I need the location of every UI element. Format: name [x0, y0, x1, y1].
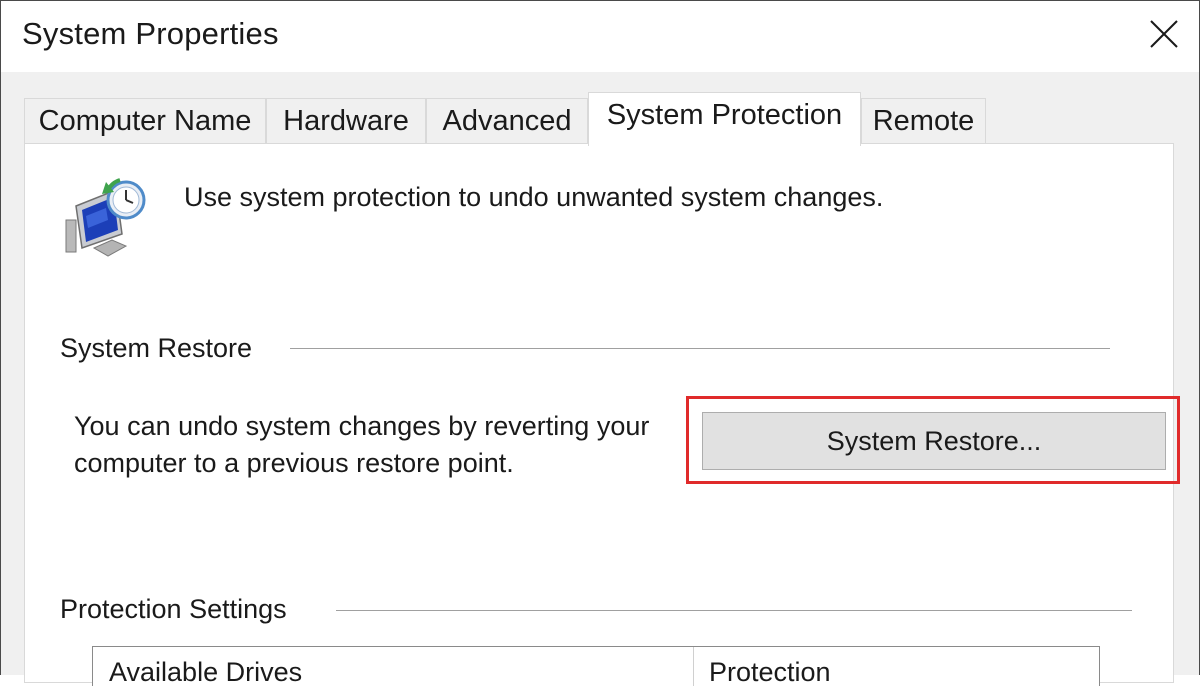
tab-label: Hardware — [283, 104, 409, 137]
tab-computer-name[interactable]: Computer Name — [24, 98, 266, 143]
tab-advanced[interactable]: Advanced — [426, 98, 588, 143]
column-header-available-drives[interactable]: Available Drives — [109, 657, 302, 686]
system-restore-description: You can undo system changes by reverting… — [74, 411, 650, 478]
tab-label: System Protection — [606, 99, 843, 131]
tab-hardware[interactable]: Hardware — [266, 98, 426, 143]
window-border — [0, 0, 1, 675]
tab-system-protection[interactable]: System Protection — [588, 92, 861, 146]
tab-label: Computer Name — [38, 104, 252, 137]
system-restore-button[interactable]: System Restore... — [702, 412, 1166, 470]
window-title: System Properties — [22, 16, 279, 51]
drives-table[interactable]: Available Drives Protection — [92, 646, 1100, 686]
system-protection-icon — [65, 178, 146, 257]
window-border — [0, 0, 1200, 1]
tab-label: Remote — [872, 104, 975, 137]
system-restore-divider — [290, 348, 1110, 349]
protection-settings-group-label: Protection Settings — [60, 594, 297, 625]
column-divider[interactable] — [693, 647, 694, 686]
close-icon — [1150, 20, 1178, 48]
tab-label: Advanced — [442, 104, 572, 137]
system-restore-group-label: System Restore — [60, 333, 263, 364]
protection-settings-divider — [336, 610, 1132, 611]
column-header-protection[interactable]: Protection — [709, 657, 831, 686]
title-bar: System Properties — [0, 0, 1200, 72]
tab-remote[interactable]: Remote — [861, 98, 986, 143]
header-description: Use system protection to undo unwanted s… — [184, 182, 884, 212]
system-properties-window: System Properties Computer Name Hardware… — [0, 0, 1200, 686]
close-button[interactable] — [1128, 0, 1200, 68]
